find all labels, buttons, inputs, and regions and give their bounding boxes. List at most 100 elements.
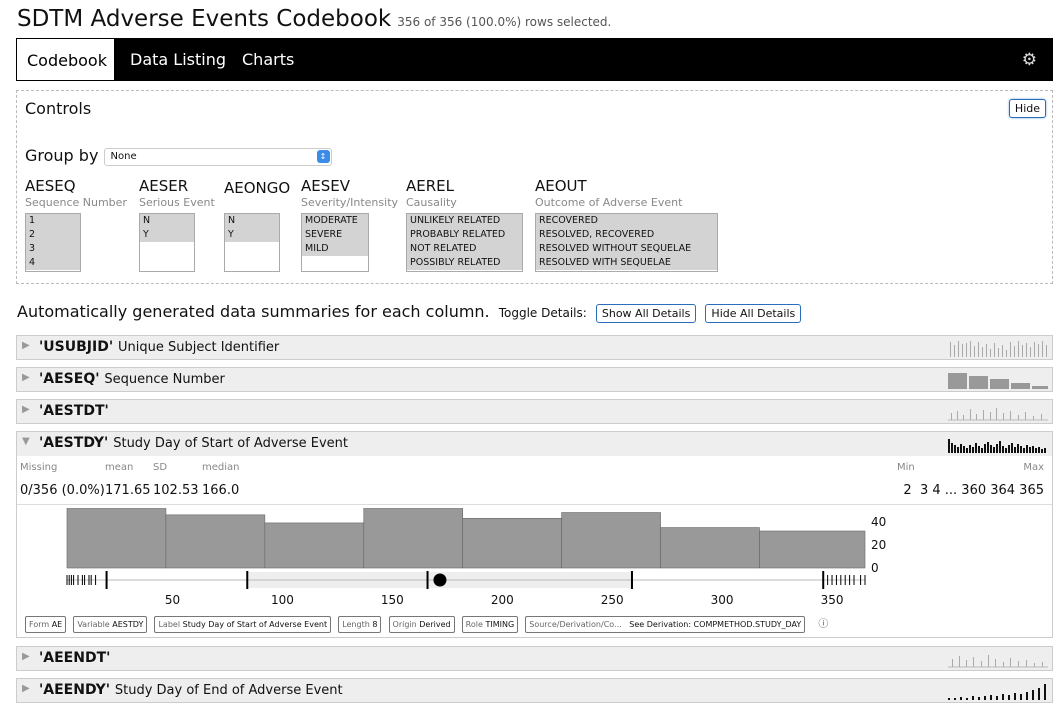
meta-key: Source/Derivation/Co...	[529, 620, 622, 629]
variable-name: 'AESTDT'	[39, 403, 109, 419]
filter-label: Sequence Number	[25, 196, 127, 209]
variable-row-aestdy[interactable]: ▼ 'AESTDY' Study Day of Start of Adverse…	[16, 431, 1053, 456]
filter-name: AESEQ	[25, 177, 76, 195]
y-tick-label: 40	[871, 515, 886, 529]
list-option[interactable]: SEVERE	[302, 228, 368, 242]
filter-listbox[interactable]: UNLIKELY RELATED PROBABLY RELATED NOT RE…	[406, 213, 523, 272]
list-option[interactable]: 4	[26, 256, 80, 270]
variable-row-aeseq[interactable]: ▶ 'AESEQ' Sequence Number	[16, 367, 1053, 392]
meta-key: Variable	[77, 620, 110, 629]
boxplot-mean	[433, 573, 447, 587]
missing-label: Missing	[20, 462, 58, 473]
filter-aeout: AEOUT Outcome of Adverse Event RECOVERED…	[535, 177, 725, 272]
list-option[interactable]: PROBABLY RELATED	[407, 228, 522, 242]
tab-charts[interactable]: Charts	[242, 38, 294, 81]
variable-name: 'AESEQ' Sequence Number	[39, 371, 225, 387]
variable-label: Study Day of End of Adverse Event	[114, 683, 343, 698]
y-tick-label: 0	[871, 561, 879, 575]
list-option[interactable]: 2	[26, 228, 80, 242]
list-option[interactable]: N	[140, 214, 194, 228]
expand-triangle-icon[interactable]: ▶	[22, 651, 30, 662]
variable-row-usubjid[interactable]: ▶ 'USUBJID' Unique Subject Identifier	[16, 335, 1053, 360]
sparkline	[948, 373, 1048, 389]
list-option[interactable]: Y	[140, 228, 194, 242]
list-option[interactable]: 1	[26, 214, 80, 228]
group-by-value: None	[110, 150, 137, 162]
filter-listbox[interactable]: N Y	[224, 213, 280, 272]
filter-label: Severity/Intensity	[301, 196, 399, 209]
filter-name: AEONGO	[224, 179, 291, 197]
selection-status: 356 of 356 (100.0%) rows selected.	[397, 15, 612, 29]
show-all-details-button[interactable]: Show All Details	[595, 304, 697, 323]
x-tick-label: 250	[601, 593, 624, 607]
meta-value: TIMING	[485, 620, 515, 629]
list-option[interactable]: MODERATE	[302, 214, 368, 228]
collapse-triangle-icon[interactable]: ▼	[22, 436, 30, 447]
histogram-bar-4	[462, 518, 562, 569]
filter-aesev: AESEV Severity/Intensity MODERATE SEVERE…	[301, 177, 401, 272]
variable-label: Unique Subject Identifier	[117, 340, 280, 355]
variable-label: Sequence Number	[104, 372, 225, 387]
variable-id: 'AESEQ'	[39, 371, 100, 387]
filter-listbox[interactable]: N Y	[139, 213, 195, 272]
x-tick-label: 50	[165, 593, 180, 607]
variable-row-aestdt[interactable]: ▶ 'AESTDT'	[16, 399, 1053, 424]
meta-length: Length 8	[338, 616, 382, 633]
hide-all-details-button[interactable]: Hide All Details	[705, 304, 802, 323]
list-option[interactable]: NOT RELATED	[407, 242, 522, 256]
filter-aerel: AEREL Causality UNLIKELY RELATED PROBABL…	[406, 177, 526, 272]
info-icon[interactable]: ⓘ	[818, 619, 828, 630]
histogram-bar-0	[66, 508, 167, 569]
meta-value: Study Day of Start of Adverse Event	[182, 620, 328, 629]
tab-codebook[interactable]: Codebook	[16, 38, 115, 81]
list-option[interactable]: N	[225, 214, 279, 228]
sparkline	[948, 655, 1048, 668]
x-tick-label: 100	[271, 593, 294, 607]
list-option[interactable]: RESOLVED, RECOVERED	[536, 228, 717, 242]
x-tick-label: 150	[381, 593, 404, 607]
filter-listbox[interactable]: MODERATE SEVERE MILD	[301, 213, 369, 272]
histogram-bar-2	[264, 522, 365, 569]
expand-triangle-icon[interactable]: ▶	[22, 683, 30, 694]
variable-row-aeendt[interactable]: ▶ 'AEENDT'	[16, 646, 1053, 671]
meta-value: Derived	[419, 620, 451, 629]
meta-label: Label Study Day of Start of Adverse Even…	[154, 616, 332, 633]
list-option[interactable]: RESOLVED WITH SEQUELAE	[536, 256, 717, 270]
variable-name: 'AESTDY' Study Day of Start of Adverse E…	[39, 435, 348, 451]
list-option[interactable]: UNLIKELY RELATED	[407, 214, 522, 228]
min-label: Min	[897, 462, 915, 473]
variable-name: 'AEENDY' Study Day of End of Adverse Eve…	[39, 682, 343, 698]
histogram-bar-3	[363, 508, 464, 569]
expand-triangle-icon[interactable]: ▶	[22, 404, 30, 415]
tab-data-listing[interactable]: Data Listing	[130, 38, 226, 81]
filter-listbox[interactable]: 1 2 3 4	[25, 213, 81, 272]
list-option[interactable]: MILD	[302, 242, 368, 256]
list-option[interactable]: Y	[225, 228, 279, 242]
list-option[interactable]: POSSIBLY RELATED	[407, 256, 522, 270]
sparkline	[948, 684, 1046, 700]
hide-controls-button[interactable]: Hide	[1008, 99, 1046, 118]
variable-row-aeendy[interactable]: ▶ 'AEENDY' Study Day of End of Adverse E…	[16, 678, 1053, 703]
meta-key: Label	[158, 620, 181, 629]
filter-name: AEREL	[406, 177, 454, 195]
metadata-bar: Form AE Variable AESTDY Label Study Day …	[25, 612, 828, 633]
meta-variable: Variable AESTDY	[73, 616, 148, 633]
gear-icon[interactable]: ⚙	[1022, 50, 1037, 70]
filter-listbox[interactable]: RECOVERED RESOLVED, RECOVERED RESOLVED W…	[535, 213, 718, 272]
meta-value: See Derivation: COMPMETHOD.STUDY_DAY	[629, 620, 802, 629]
histogram-bar-1	[165, 514, 266, 569]
mean-value: 171.65	[105, 483, 151, 498]
meta-key: Length	[342, 620, 370, 629]
meta-role: Role TIMING	[461, 616, 519, 633]
expand-triangle-icon[interactable]: ▶	[22, 340, 30, 351]
group-by-select[interactable]: None ↕	[103, 147, 332, 166]
expand-triangle-icon[interactable]: ▶	[22, 372, 30, 383]
list-option[interactable]: 3	[26, 242, 80, 256]
divider	[17, 504, 1052, 505]
list-option[interactable]: RESOLVED WITHOUT SEQUELAE	[536, 242, 717, 256]
median-value: 166.0	[202, 483, 240, 498]
page-title: SDTM Adverse Events Codebook 356 of 356 (…	[17, 6, 611, 32]
filter-aeser: AESER Serious Event N Y	[139, 177, 219, 272]
list-option[interactable]: RECOVERED	[536, 214, 717, 228]
filter-aeseq: AESEQ Sequence Number 1 2 3 4	[25, 177, 130, 272]
